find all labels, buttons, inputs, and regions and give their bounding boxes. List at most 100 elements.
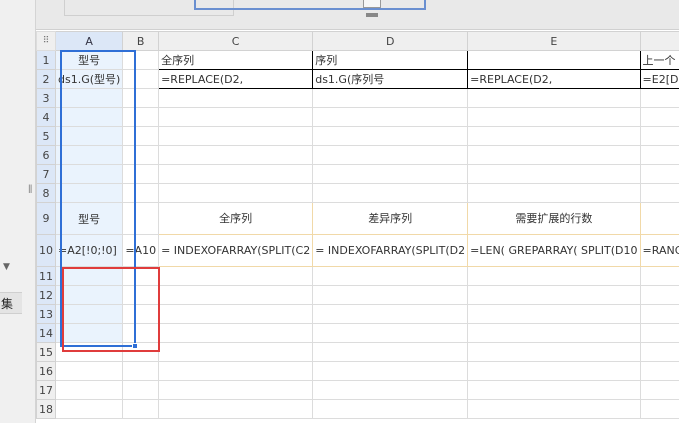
row-header[interactable]: 2 [36,69,56,89]
cell[interactable] [54,183,124,203]
cell[interactable] [54,145,124,165]
row-header[interactable]: 16 [36,361,56,381]
cell[interactable] [312,164,469,184]
cell[interactable] [122,399,160,419]
cell[interactable] [158,323,314,343]
cell[interactable] [158,126,314,146]
cell[interactable] [122,202,160,235]
cell[interactable]: =E2[D2:-1] [639,69,679,89]
cell[interactable] [158,266,314,286]
cell[interactable]: 差异序列 [312,202,469,235]
cell[interactable] [54,126,124,146]
cell[interactable] [122,285,160,305]
cell[interactable] [312,183,469,203]
cell[interactable] [122,50,160,70]
cell[interactable] [467,88,641,108]
row-header[interactable]: 12 [36,285,56,305]
cell[interactable] [639,380,679,400]
row-header[interactable]: 6 [36,145,56,165]
cell[interactable] [54,304,124,324]
cell[interactable] [54,107,124,127]
cell[interactable] [158,304,314,324]
cell[interactable] [467,107,641,127]
cell[interactable] [122,361,160,381]
cell[interactable] [122,145,160,165]
cell-table[interactable]: ⠿ABCDEFGH1型号全序列序列上一个差值F2ds1.G(型号)=REPLAC… [36,31,679,419]
cell[interactable] [158,164,314,184]
cell[interactable] [122,323,160,343]
cell[interactable] [312,304,469,324]
row-header[interactable]: 17 [36,380,56,400]
cell[interactable] [467,323,641,343]
cell[interactable]: =RANGE(1, E10, 1) [639,234,679,267]
cell[interactable] [639,304,679,324]
column-header[interactable]: C [158,31,314,51]
cell[interactable]: 上一个 [639,50,679,70]
cell[interactable] [639,88,679,108]
cell[interactable]: =A10 [122,234,160,267]
column-header[interactable]: F [639,31,679,51]
cell[interactable] [54,164,124,184]
cell[interactable] [467,399,641,419]
cell[interactable] [639,266,679,286]
cell[interactable] [122,69,160,89]
column-header[interactable]: A [54,31,124,51]
cell[interactable]: 序列 [312,50,469,70]
cell[interactable] [158,107,314,127]
left-panel-tab[interactable]: 集 [0,292,22,314]
selected-widget-frame[interactable] [194,0,426,10]
cell[interactable]: =LEN( GREPARRAY( SPLIT(D10 [467,234,641,267]
scroll-thumb[interactable] [366,13,378,17]
cell[interactable] [54,323,124,343]
cell[interactable] [54,88,124,108]
cell[interactable] [639,342,679,362]
row-header[interactable]: 7 [36,164,56,184]
cell[interactable] [467,304,641,324]
cell[interactable] [467,183,641,203]
cell[interactable] [158,285,314,305]
row-header[interactable]: 15 [36,342,56,362]
cell[interactable]: ds1.G(型号) [54,69,124,89]
cell[interactable] [467,285,641,305]
cell[interactable] [122,266,160,286]
cell[interactable] [467,126,641,146]
column-header[interactable]: E [467,31,641,51]
cell[interactable] [467,145,641,165]
cell[interactable] [467,342,641,362]
cell[interactable] [312,107,469,127]
row-header[interactable]: 5 [36,126,56,146]
cell[interactable] [122,304,160,324]
row-header[interactable]: 10 [36,234,56,267]
cell[interactable] [158,88,314,108]
cell[interactable] [122,164,160,184]
row-header[interactable]: 3 [36,88,56,108]
row-header[interactable]: 14 [36,323,56,343]
cell[interactable] [54,399,124,419]
cell[interactable] [312,145,469,165]
cell[interactable] [312,399,469,419]
cell[interactable] [312,88,469,108]
cell[interactable]: 全序列 [158,50,314,70]
cell[interactable]: 扩展行 [639,202,679,235]
grid-dots-icon[interactable]: ⠿ [36,31,56,51]
cell[interactable] [122,88,160,108]
cell[interactable] [467,266,641,286]
cell[interactable]: 型号 [54,50,124,70]
cell[interactable]: 型号 [54,202,124,235]
cell[interactable] [122,183,160,203]
spreadsheet-grid[interactable]: ⠿ABCDEFGH1型号全序列序列上一个差值F2ds1.G(型号)=REPLAC… [36,31,679,419]
column-header[interactable]: B [122,31,160,51]
triangle-down-icon[interactable]: ▼ [3,262,10,272]
cell[interactable]: ds1.G(序列号 [312,69,469,89]
cell[interactable]: = INDEXOFARRAY(SPLIT(D2 [312,234,469,267]
cell[interactable] [158,361,314,381]
cell[interactable] [312,323,469,343]
cell[interactable] [312,342,469,362]
cell[interactable] [122,380,160,400]
cell[interactable] [639,361,679,381]
cell[interactable] [122,126,160,146]
cell[interactable] [467,380,641,400]
row-header[interactable]: 1 [36,50,56,70]
cell[interactable] [639,323,679,343]
cell[interactable]: 需要扩展的行数 [467,202,641,235]
